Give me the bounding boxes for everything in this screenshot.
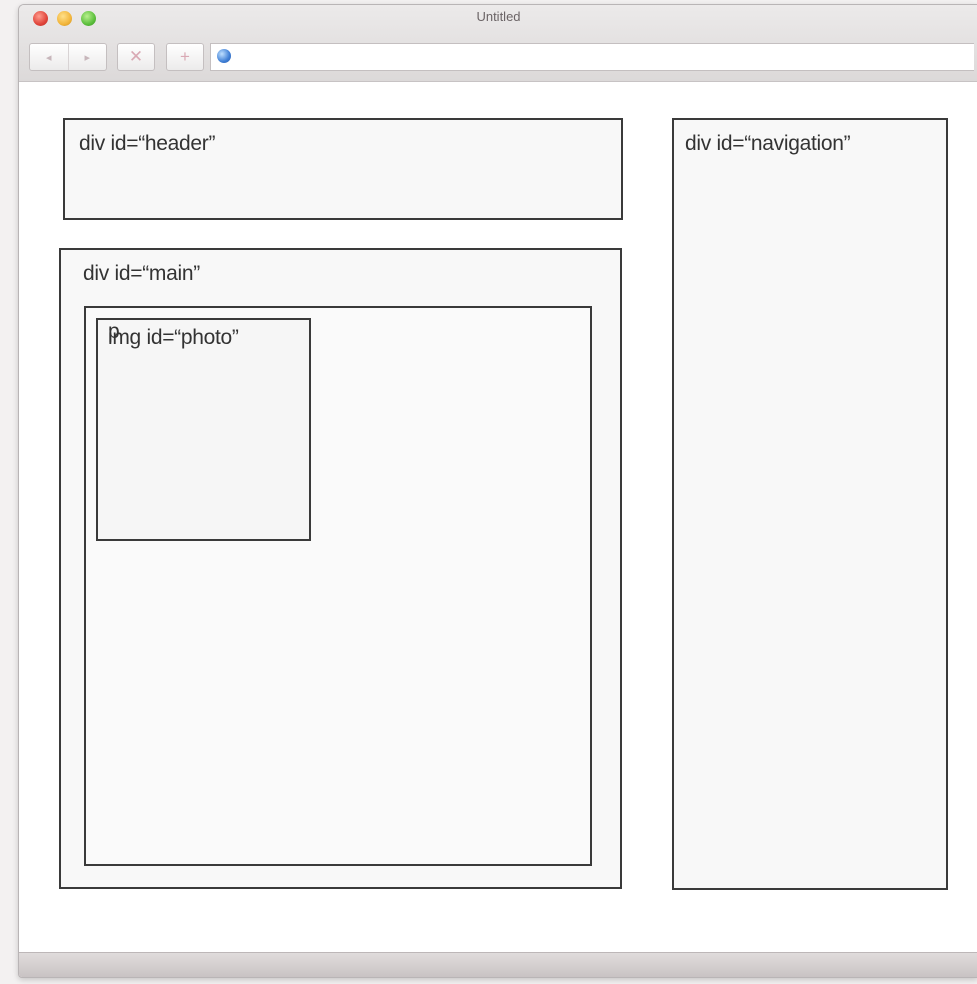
main-div-label: div id=“main” xyxy=(83,262,200,285)
forward-button[interactable]: ▸ xyxy=(67,44,107,70)
stop-x-icon: ✕ xyxy=(128,47,144,66)
title-bar: Untitled ◂ ▸ ✕ + xyxy=(19,5,977,82)
address-bar[interactable] xyxy=(210,43,974,71)
header-div-box: div id=“header” xyxy=(63,118,623,220)
paragraph-label: p xyxy=(108,320,120,343)
back-forward-buttons: ◂ ▸ xyxy=(29,43,107,71)
globe-icon xyxy=(217,49,231,63)
back-button[interactable]: ◂ xyxy=(30,44,68,70)
back-arrow-icon: ◂ xyxy=(45,51,52,64)
page-content: div id=“header” div id=“navigation” div … xyxy=(19,82,977,952)
header-div-label: div id=“header” xyxy=(79,132,216,155)
main-div-box: div id=“main” img id=“photo” p xyxy=(59,248,622,889)
plus-icon: + xyxy=(180,47,190,66)
window-title: Untitled xyxy=(476,9,521,24)
status-bar xyxy=(19,952,977,977)
forward-arrow-icon: ▸ xyxy=(84,51,91,64)
photo-img-label: img id=“photo” xyxy=(108,326,239,349)
photo-img-box: img id=“photo” xyxy=(96,318,311,541)
stop-button[interactable]: ✕ xyxy=(117,43,155,71)
add-bookmark-button[interactable]: + xyxy=(166,43,204,71)
browser-window: Untitled ◂ ▸ ✕ + div id=“header” div id=… xyxy=(18,4,977,978)
paragraph-box: img id=“photo” p xyxy=(84,306,592,866)
navigation-div-box: div id=“navigation” xyxy=(672,118,948,890)
navigation-div-label: div id=“navigation” xyxy=(685,132,851,155)
